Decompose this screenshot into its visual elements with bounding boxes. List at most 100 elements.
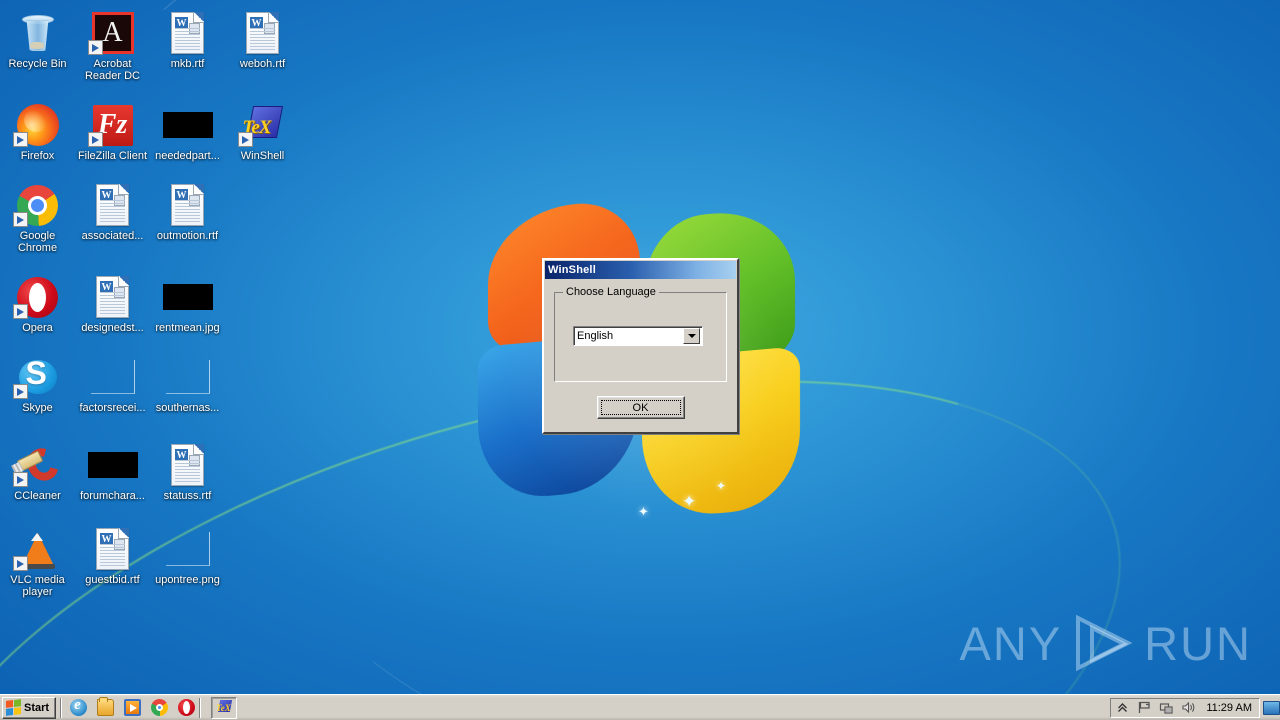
icon-label: forumchara... [80,490,145,502]
network-icon[interactable] [1159,700,1174,715]
rtf-document-icon: W [163,10,213,56]
taskbar-divider [199,697,202,718]
wallpaper-light-streak [232,178,1280,720]
icon-label: factorsrecei... [79,402,146,414]
desktop-icon-rentmean-jpg[interactable]: rentmean.jpg [150,268,225,334]
chrome-icon[interactable] [151,699,169,716]
desktop-icon-factorsrecei[interactable]: factorsrecei... [75,348,150,414]
icon-label: statuss.rtf [163,490,212,502]
rtf-document-icon: W [88,526,138,572]
taskbar-window-buttons: TeX [205,696,238,719]
rtf-document-icon: W [163,182,213,228]
windows-explorer-icon[interactable] [97,697,115,716]
icon-row: Opera W designedst... rentmean.jpg [0,268,300,334]
desktop-icon-empty [225,436,300,502]
winshell-dialog[interactable]: WinShell Choose Language English OK [542,258,739,434]
filezilla-icon: Fz [87,102,138,148]
desktop-icon-empty [225,520,300,598]
desktop-icon-associated[interactable]: W associated... [75,176,150,254]
desktop-icon-recycle-bin[interactable]: Recycle Bin [0,4,75,82]
taskbar[interactable]: Start TeX [0,694,1280,720]
start-button[interactable]: Start [2,696,57,719]
desktop-icon-winshell[interactable]: TeX WinShell [225,96,300,162]
desktop-icon-skype[interactable]: S Skype [0,348,75,414]
blank-image-icon [163,526,213,572]
media-player-icon[interactable] [124,699,142,716]
icon-label: Google Chrome [17,230,58,254]
winshell-tex-icon: TeX [216,700,233,715]
ok-button-label: OK [632,401,649,414]
desktop-icon-grid: Recycle Bin A Acrobat Reader DC W mkb.rt… [0,4,300,598]
desktop-icon-outmotion-rtf[interactable]: W outmotion.rtf [150,176,225,254]
icon-label: southernas... [155,402,220,414]
desktop-icon-statuss-rtf[interactable]: W statuss.rtf [150,436,225,502]
desktop-icon-acrobat-reader[interactable]: A Acrobat Reader DC [75,4,150,82]
desktop-icon-ccleaner[interactable]: CCleaner [0,436,75,502]
desktop-icon-designedst[interactable]: W designedst... [75,268,150,334]
anyrun-watermark: ANY RUN [960,614,1252,672]
blank-image-icon [163,354,213,400]
taskbar-clock[interactable]: 11:29 AM [1203,702,1255,714]
desktop-icon-forumchara[interactable]: forumchara... [75,436,150,502]
shortcut-arrow-icon [12,132,28,147]
ok-button[interactable]: OK [596,396,685,419]
icon-label: designedst... [81,322,144,334]
redacted-image-icon [87,442,138,488]
dialog-title: WinShell [548,264,596,276]
redacted-image-icon [162,274,213,320]
dialog-titlebar[interactable]: WinShell [545,261,736,279]
system-tray: 11:29 AM [1110,697,1260,718]
icon-row: VLC media player W guestbid.rtf upontree… [0,520,300,598]
acrobat-reader-icon: A [87,10,138,56]
desktop-icon-mkb-rtf[interactable]: W mkb.rtf [150,4,225,82]
shortcut-arrow-icon [12,212,28,227]
volume-icon[interactable] [1181,700,1196,715]
icon-label: outmotion.rtf [156,230,219,242]
desktop-icon-southernas[interactable]: southernas... [150,348,225,414]
action-center-flag-icon[interactable] [1137,700,1152,715]
recycle-bin-icon [13,10,63,56]
desktop-icon-weboh-rtf[interactable]: W weboh.rtf [225,4,300,82]
sparkle-icon: ✦ [716,479,727,493]
dialog-button-row: OK [554,396,727,419]
icon-label: guestbid.rtf [85,574,140,586]
icon-label: Skype [22,402,53,414]
show-desktop-button[interactable] [1263,700,1280,715]
desktop[interactable]: ✦ ✦ ✦ ANY RUN Recycle Bin A Acrobat Read… [0,0,1280,720]
shortcut-arrow-icon [12,472,28,487]
icon-label: upontree.png [155,574,220,586]
desktop-icon-firefox[interactable]: Firefox [0,96,75,162]
desktop-icon-empty [225,268,300,334]
opera-icon[interactable] [178,699,196,716]
shortcut-arrow-icon [87,40,103,55]
internet-explorer-icon[interactable] [70,697,88,716]
start-button-label: Start [24,701,50,714]
desktop-icon-guestbid-rtf[interactable]: W guestbid.rtf [75,520,150,598]
vlc-icon [12,526,63,572]
icon-label: FileZilla Client [77,150,148,162]
rtf-document-icon: W [238,10,288,56]
desktop-icon-upontree-png[interactable]: upontree.png [150,520,225,598]
shortcut-arrow-icon [87,132,103,147]
chevron-down-icon[interactable] [683,328,700,344]
firefox-icon [12,102,63,148]
desktop-icon-neededpart[interactable]: neededpart... [150,96,225,162]
icon-label: associated... [81,230,144,242]
show-hidden-icons-arrow[interactable] [1115,700,1130,715]
desktop-icon-google-chrome[interactable]: Google Chrome [0,176,75,254]
shortcut-arrow-icon [237,132,253,147]
desktop-icon-filezilla[interactable]: Fz neededpart... FileZilla Client [75,96,150,162]
icon-row: CCleaner forumchara... W statuss.rtf [0,436,300,502]
taskbar-winshell[interactable]: TeX [211,696,238,719]
taskbar-divider [60,697,63,718]
winshell-tex-icon: TeX [237,102,288,148]
desktop-icon-empty [225,348,300,414]
icon-label: VLC media player [10,574,65,598]
desktop-icon-opera[interactable]: Opera [0,268,75,334]
desktop-icon-vlc-media-player[interactable]: VLC media player [0,520,75,598]
redacted-image-icon [162,102,213,148]
icon-label: CCleaner [14,490,61,502]
play-triangle-icon [1072,614,1134,672]
language-select[interactable]: English [573,326,703,346]
chrome-icon [12,182,63,228]
